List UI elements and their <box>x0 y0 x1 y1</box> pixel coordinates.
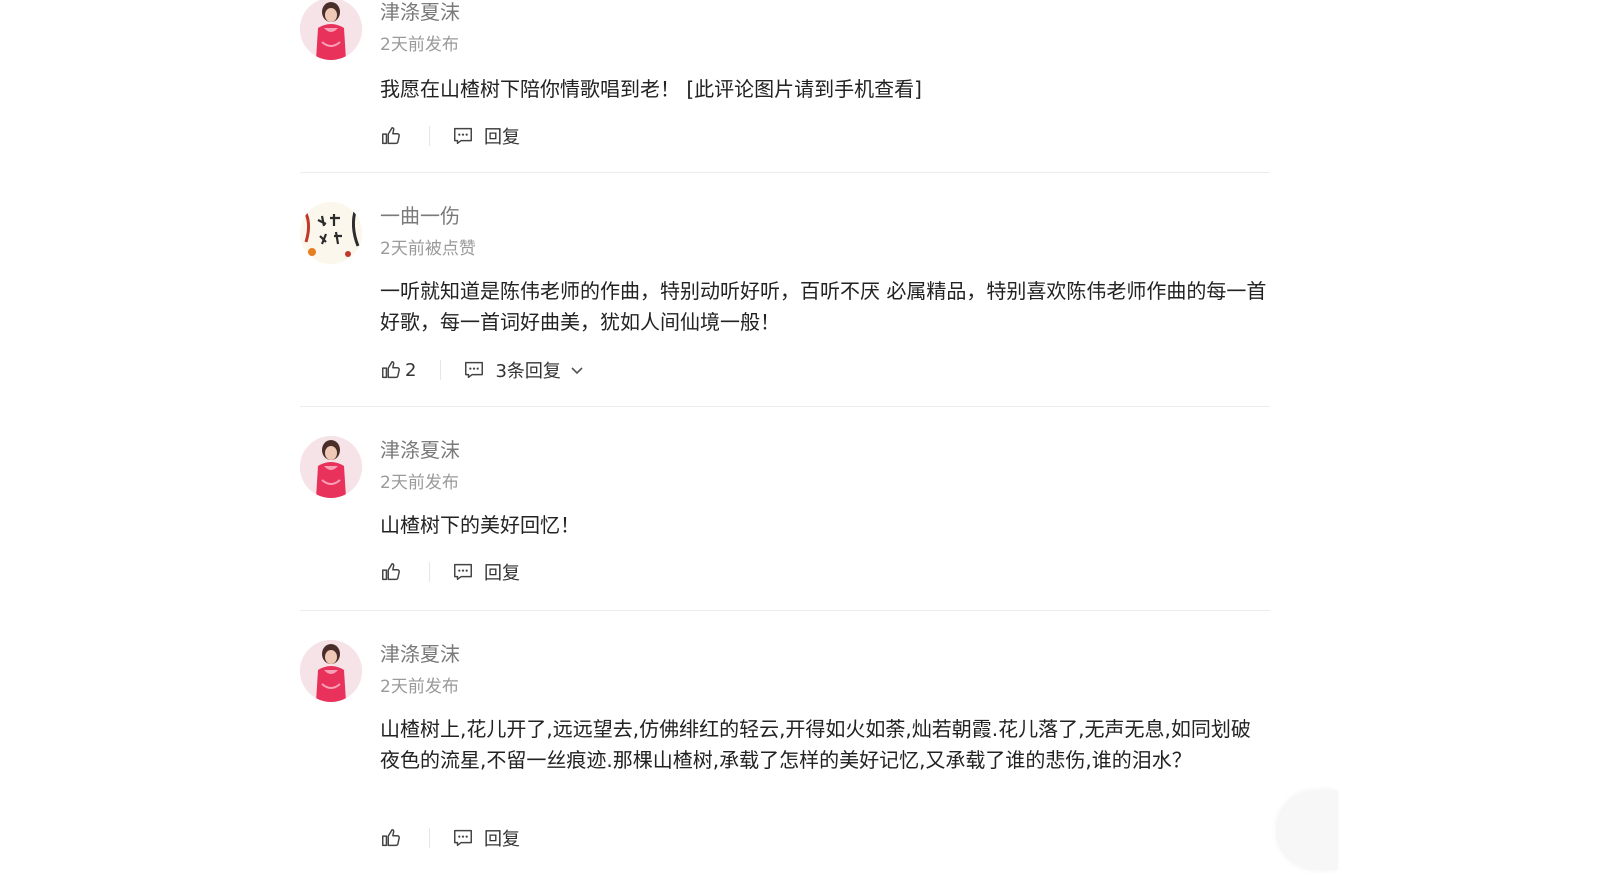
comment-timestamp: 2天前发布 <box>380 35 459 55</box>
reply-button[interactable]: 回复 <box>452 825 520 851</box>
user-avatar[interactable] <box>300 202 362 264</box>
comment-divider <box>300 610 1270 611</box>
action-separator <box>429 562 430 582</box>
comment-divider <box>300 172 1270 173</box>
like-button[interactable] <box>380 827 405 849</box>
view-replies-button[interactable]: 3条回复 <box>463 357 584 383</box>
comment-bubble-icon <box>454 829 472 847</box>
calligraphy-avatar-icon <box>300 202 362 264</box>
woman-pink-dress-avatar-icon <box>300 0 362 60</box>
reply-button[interactable]: 回复 <box>452 559 520 585</box>
thumbs-up-icon <box>382 127 400 145</box>
comment-text: 一听就知道是陈伟老师的作曲，特别动听好听，百听不厌 必属精品，特别喜欢陈伟老师作… <box>380 279 1267 334</box>
reply-label: 回复 <box>484 127 520 148</box>
action-separator <box>429 828 430 848</box>
comment-username[interactable]: 津涤夏沫 <box>380 438 460 462</box>
comment-bubble-icon <box>454 127 472 145</box>
like-button[interactable] <box>380 561 405 583</box>
comment-text: 山楂树上,花儿开了,远远望去,仿佛绯红的轻云,开得如火如荼,灿若朝霞.花儿落了,… <box>380 717 1251 772</box>
comment-timestamp: 2天前发布 <box>380 677 459 697</box>
floating-side-button[interactable] <box>1278 790 1338 870</box>
reply-label: 回复 <box>484 829 520 850</box>
like-button[interactable]: 2 <box>380 359 416 381</box>
comment-bubble-icon <box>465 361 484 379</box>
reply-label: 回复 <box>484 563 520 584</box>
comment-username[interactable]: 津涤夏沫 <box>380 0 460 24</box>
comment-timestamp: 2天前被点赞 <box>380 239 476 259</box>
user-avatar[interactable] <box>300 436 362 498</box>
comment-text: 我愿在山楂树下陪你情歌唱到老！ [此评论图片请到手机查看] <box>380 77 922 101</box>
thumbs-up-icon <box>382 563 400 581</box>
woman-pink-dress-avatar-icon <box>300 640 362 702</box>
comment-actions: 回复 <box>380 558 520 586</box>
reply-count-label: 3条回复 <box>495 361 561 382</box>
chevron-down-icon <box>569 362 585 378</box>
comments-page: 津涤夏沫 2天前发布 我愿在山楂树下陪你情歌唱到老！ [此评论图片请到手机查看] <box>0 0 1600 884</box>
action-separator <box>440 360 442 380</box>
reply-button[interactable]: 回复 <box>452 123 520 149</box>
comment-bubble-icon <box>454 563 472 581</box>
action-separator <box>429 126 430 146</box>
thumbs-up-icon <box>382 829 400 847</box>
user-avatar[interactable] <box>300 0 362 60</box>
comment-actions: 回复 <box>380 122 520 150</box>
woman-pink-dress-avatar-icon <box>300 436 362 498</box>
like-count: 2 <box>405 359 417 381</box>
comment-actions: 回复 <box>380 824 520 852</box>
comment-username[interactable]: 一曲一伤 <box>380 204 460 228</box>
comment-timestamp: 2天前发布 <box>380 473 459 493</box>
comment-text: 山楂树下的美好回忆！ <box>380 513 580 537</box>
thumbs-up-icon <box>382 361 400 379</box>
like-button[interactable] <box>380 125 405 147</box>
comment-username[interactable]: 津涤夏沫 <box>380 642 460 666</box>
user-avatar[interactable] <box>300 640 362 702</box>
comment-divider <box>300 406 1270 407</box>
comment-actions: 2 3条回复 <box>380 356 585 384</box>
